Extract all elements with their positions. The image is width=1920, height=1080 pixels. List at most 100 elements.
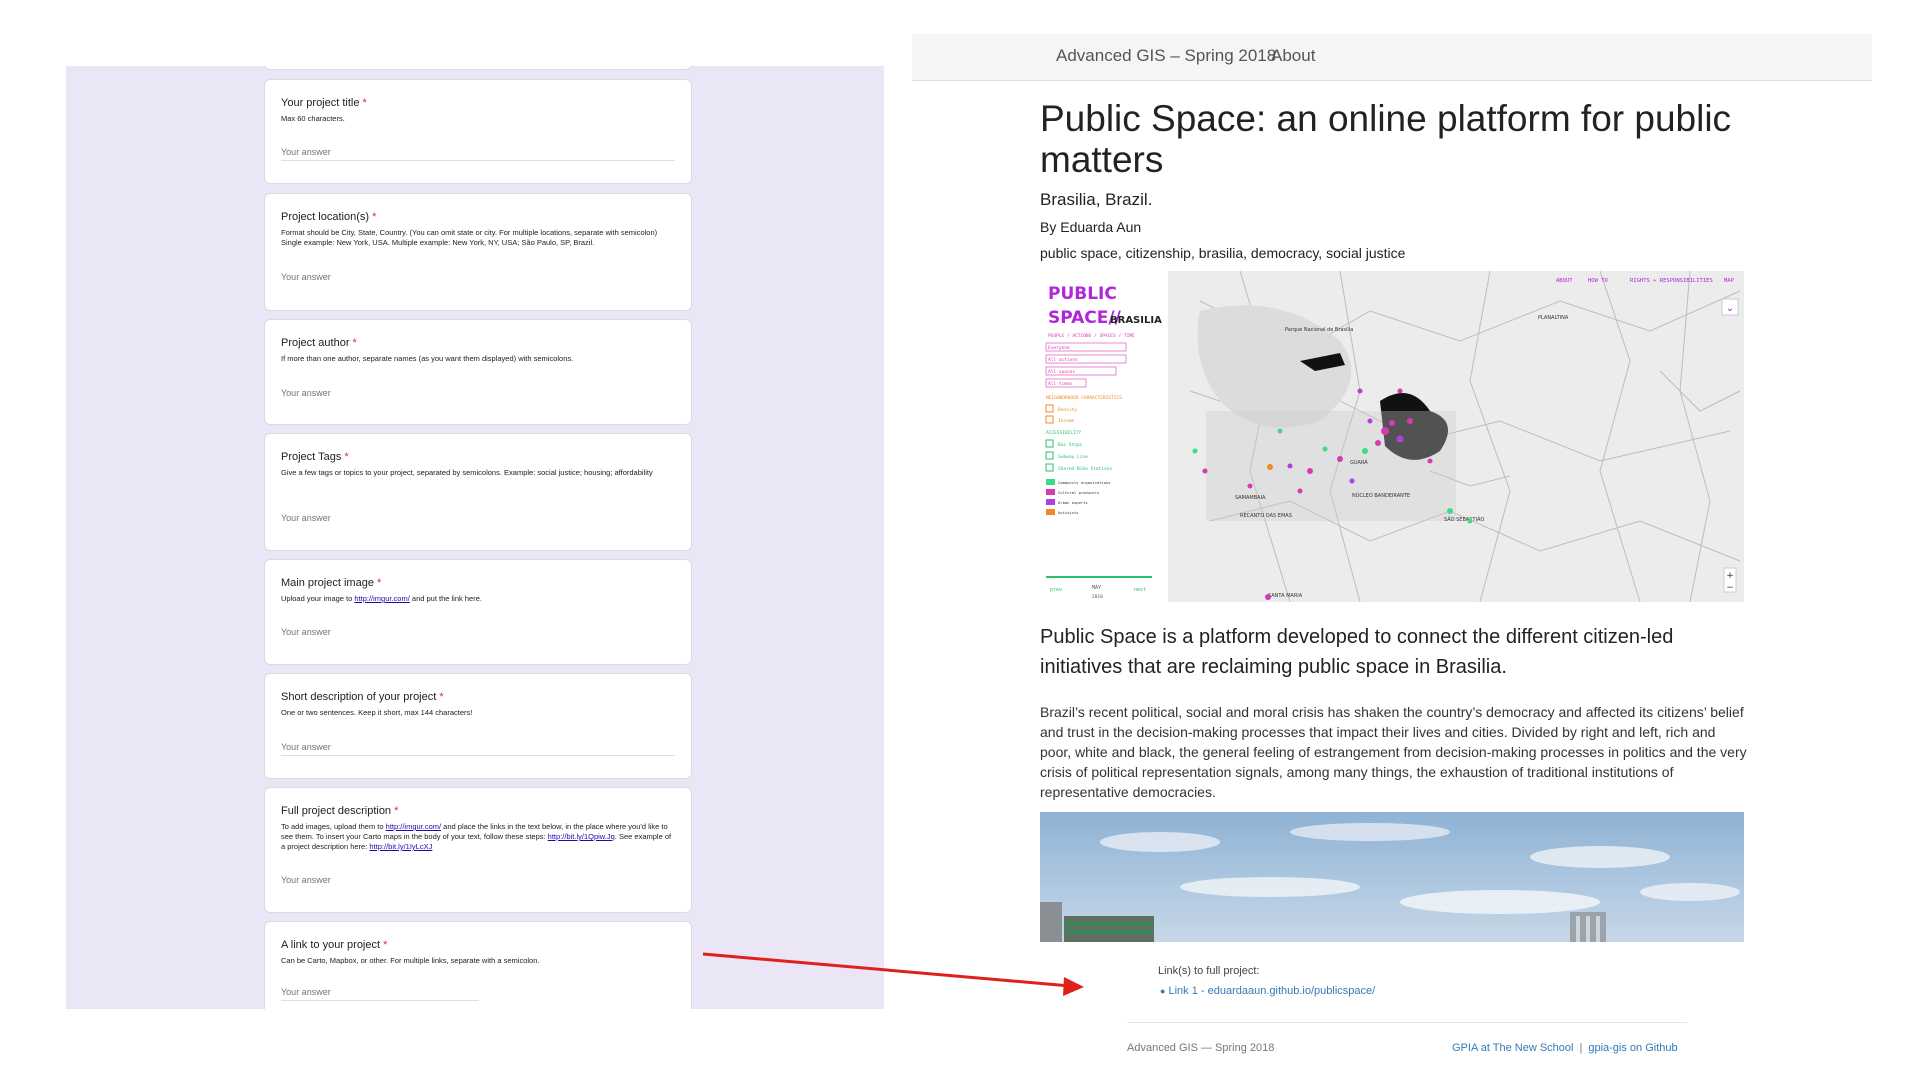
footer-divider xyxy=(1127,1022,1687,1023)
footer-left: Advanced GIS — Spring 2018 xyxy=(1127,1042,1275,1054)
question-title: Main project image xyxy=(281,577,374,589)
answer-input[interactable]: Your answer xyxy=(281,875,675,888)
required-asterisk: * xyxy=(377,577,382,589)
question-title: Full project description xyxy=(281,805,392,817)
timeline-next[interactable]: next xyxy=(1134,587,1146,593)
chevron-down-icon: ⌄ xyxy=(1726,303,1734,314)
map-link-howto[interactable]: HOW TO xyxy=(1588,278,1608,284)
question-project-author: Project author * If more than one author… xyxy=(264,319,692,425)
question-main-image: Main project image * Upload your image t… xyxy=(264,559,692,665)
question-description: Format should be City, State, Country. (… xyxy=(281,228,658,247)
svg-text:PLANALTINA: PLANALTINA xyxy=(1538,315,1569,321)
answer-input[interactable]: Your answer xyxy=(281,272,675,285)
example-description-link[interactable]: http://bit.ly/1IyLcXJ xyxy=(369,842,432,851)
navbar: Advanced GIS – Spring 2018 About xyxy=(912,34,1872,81)
question-project-location: Project location(s) * Format should be C… xyxy=(264,193,692,311)
svg-text:All actions: All actions xyxy=(1048,357,1078,363)
map-link-rights[interactable]: RIGHTS + RESPONSIBILITIES xyxy=(1630,278,1713,284)
answer-input[interactable]: Your answer xyxy=(281,987,479,1001)
project-page: Advanced GIS – Spring 2018 About Public … xyxy=(912,34,1872,1080)
project-lead: Public Space is a platform developed to … xyxy=(1040,626,1674,678)
svg-text:Community organizations: Community organizations xyxy=(1058,480,1111,485)
project-link-item: ● Link 1 - eduardaaun.github.io/publicsp… xyxy=(1160,985,1375,997)
project-photo xyxy=(1040,812,1744,942)
question-description: One or two sentences. Keep it short, max… xyxy=(281,708,473,717)
carto-steps-link[interactable]: http://bit.ly/1Qpiw.Jq xyxy=(548,832,615,841)
svg-text:SÃO SEBASTIÃO: SÃO SEBASTIÃO xyxy=(1444,516,1484,523)
required-asterisk: * xyxy=(362,97,367,109)
question-project-title: Your project title * Max 60 characters. … xyxy=(264,79,692,184)
nav-brand[interactable]: Advanced GIS – Spring 2018 xyxy=(1056,46,1276,66)
map-link-map[interactable]: MAP xyxy=(1724,278,1735,284)
links-label: Link(s) to full project: xyxy=(1158,965,1260,977)
bullet-icon: ● xyxy=(1160,986,1166,996)
required-asterisk: * xyxy=(372,211,377,223)
svg-text:Parque Nacional de Brasília: Parque Nacional de Brasília xyxy=(1285,326,1353,333)
project-map-image: PUBLIC SPACE// BRASILIA PEOPLE / ACTIONS… xyxy=(1040,271,1744,602)
answer-input[interactable]: Your answer xyxy=(281,742,675,756)
page-title: Public Space: an online platform for pub… xyxy=(1040,98,1732,180)
question-project-tags: Project Tags * Give a few tags or topics… xyxy=(264,433,692,551)
map-logo-city: BRASILIA xyxy=(1110,315,1162,326)
question-project-link: A link to your project * Can be Carto, M… xyxy=(264,921,692,1009)
project-location: Brasilia, Brazil. xyxy=(1040,190,1153,209)
project-link-1[interactable]: Link 1 - eduardaaun.github.io/publicspac… xyxy=(1169,985,1376,997)
footer-link-github[interactable]: gpia-gis on Github xyxy=(1588,1042,1677,1054)
svg-text:SANTA MARIA: SANTA MARIA xyxy=(1268,593,1303,599)
answer-input[interactable]: Your answer xyxy=(281,388,675,401)
question-description: If more than one author, separate names … xyxy=(281,354,574,363)
svg-text:Shared Bike Stations: Shared Bike Stations xyxy=(1058,466,1112,472)
project-body: Brazil’s recent political, social and mo… xyxy=(1040,704,1747,800)
svg-text:RECANTO DAS EMAS: RECANTO DAS EMAS xyxy=(1240,513,1292,519)
question-full-description: Full project description * To add images… xyxy=(264,787,692,913)
question-short-description: Short description of your project * One … xyxy=(264,673,692,779)
question-description: Max 60 characters. xyxy=(281,114,345,123)
answer-input[interactable]: Your answer xyxy=(281,513,675,526)
legend-swatch-activists xyxy=(1046,509,1055,515)
svg-text:Activists: Activists xyxy=(1058,510,1079,515)
required-asterisk: * xyxy=(439,691,444,703)
question-description: To add images, upload them to http://img… xyxy=(281,822,672,851)
svg-text:Density: Density xyxy=(1058,407,1077,413)
question-description: Can be Carto, Mapbox, or other. For mult… xyxy=(281,956,540,965)
svg-text:Subway Line: Subway Line xyxy=(1058,454,1088,460)
imgur-link[interactable]: http://imgur.com/ xyxy=(354,594,409,603)
svg-text:Cultural producers: Cultural producers xyxy=(1058,490,1099,495)
svg-text:Urban experts: Urban experts xyxy=(1058,500,1088,505)
question-card-prev xyxy=(264,66,692,70)
answer-input[interactable]: Your answer xyxy=(281,147,675,161)
required-asterisk: * xyxy=(383,939,388,951)
required-asterisk: * xyxy=(352,337,357,349)
map-logo-line1: PUBLIC xyxy=(1048,284,1117,304)
timeline-month: MAY xyxy=(1092,585,1101,591)
question-title: Your project title xyxy=(281,97,360,109)
legend-swatch-community xyxy=(1046,479,1055,485)
map-subtitle: PEOPLE / ACTIONS / SPACES / TIME xyxy=(1048,333,1135,339)
svg-text:Bus Stops: Bus Stops xyxy=(1058,442,1083,448)
map-section-accessibility: ACCESSIBILITY xyxy=(1046,430,1082,436)
footer-separator: | xyxy=(1579,1042,1583,1054)
imgur-link[interactable]: http://imgur.com/ xyxy=(386,822,441,831)
svg-text:All spaces: All spaces xyxy=(1048,369,1075,375)
map-section-neighborhood: NEIGHBORHOOD CHARACTERISTICS xyxy=(1046,395,1122,401)
svg-text:All times: All times xyxy=(1048,381,1073,387)
svg-text:Everyone: Everyone xyxy=(1048,345,1070,351)
question-title: Project location(s) xyxy=(281,211,370,223)
svg-text:SAMAMBAIA: SAMAMBAIA xyxy=(1235,495,1266,501)
required-asterisk: * xyxy=(344,451,349,463)
project-author: By Eduarda Aun xyxy=(1040,219,1142,235)
required-asterisk: * xyxy=(394,805,399,817)
nav-about[interactable]: About xyxy=(1271,46,1315,66)
form-panel: Your project title * Max 60 characters. … xyxy=(66,66,884,1009)
question-title: Short description of your project xyxy=(281,691,437,703)
timeline-prev[interactable]: prev xyxy=(1050,587,1062,593)
map-link-about[interactable]: ABOUT xyxy=(1556,278,1573,284)
legend-swatch-cultural xyxy=(1046,489,1055,495)
footer-link-gpia[interactable]: GPIA at The New School xyxy=(1452,1042,1573,1054)
question-title: Project Tags xyxy=(281,451,342,463)
zoom-in-icon: + xyxy=(1726,571,1734,581)
project-tags: public space, citizenship, brasilia, dem… xyxy=(1040,245,1406,261)
question-description: Give a few tags or topics to your projec… xyxy=(281,468,653,477)
answer-input[interactable]: Your answer xyxy=(281,627,675,640)
zoom-out-icon: − xyxy=(1726,583,1734,593)
